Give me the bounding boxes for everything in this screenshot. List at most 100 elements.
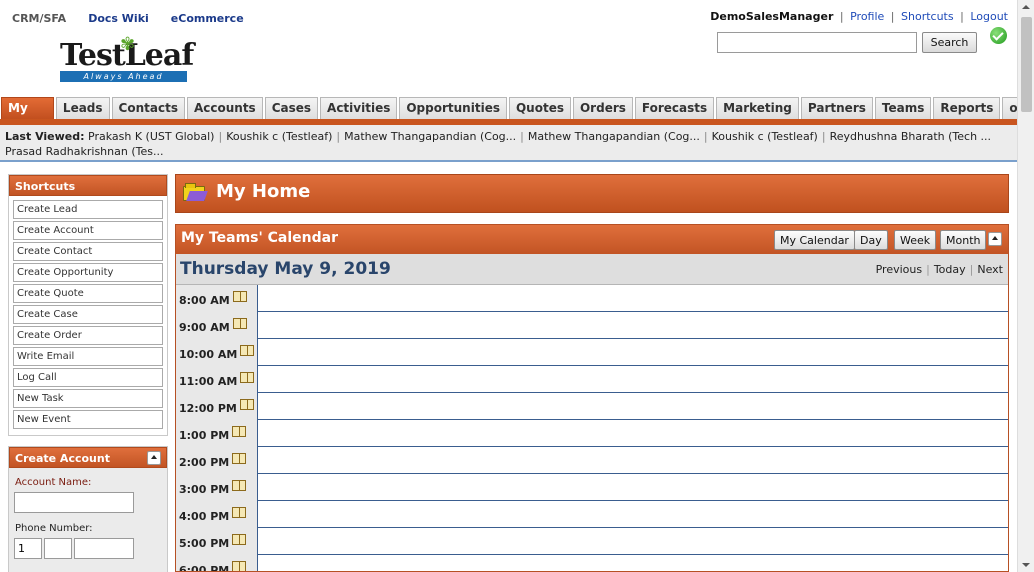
scroll-down-icon[interactable] xyxy=(1022,563,1030,567)
phone-country-code-field[interactable] xyxy=(14,538,42,559)
book-icon[interactable] xyxy=(240,372,255,383)
tab-quotes[interactable]: Quotes xyxy=(508,97,571,119)
hour-label: 10:00 AM xyxy=(179,348,238,361)
ecommerce-link[interactable]: eCommerce xyxy=(171,12,244,25)
last-viewed-item[interactable]: Prasad Radhakrishnan (Tes... xyxy=(5,145,163,158)
shortcut-new-event[interactable]: New Event xyxy=(13,410,163,429)
tab-contacts[interactable]: Contacts xyxy=(111,97,185,119)
account-name-label: Account Name: xyxy=(15,477,92,488)
tab-accounts[interactable]: Accounts xyxy=(186,97,263,119)
last-viewed-item[interactable]: Prakash K (UST Global) xyxy=(88,130,214,143)
hour-label: 12:00 PM xyxy=(179,402,237,415)
calendar-date: Thursday May 9, 2019 xyxy=(180,259,391,279)
teams-calendar-panel: My Teams' Calendar My Calendar Day Week … xyxy=(175,224,1009,572)
today-link[interactable]: Today xyxy=(934,263,966,276)
tab-marketing[interactable]: Marketing xyxy=(716,97,799,119)
shortcut-write-email[interactable]: Write Email xyxy=(13,347,163,366)
logout-link[interactable]: Logout xyxy=(970,10,1008,23)
page-header: My Home xyxy=(175,174,1009,213)
tab-activities[interactable]: Activities xyxy=(320,97,398,119)
my-calendar-button[interactable]: My Calendar xyxy=(774,230,855,250)
shortcut-create-lead[interactable]: Create Lead xyxy=(13,200,163,219)
day-view-button[interactable]: Day xyxy=(854,230,888,250)
book-icon[interactable] xyxy=(232,561,247,571)
hour-row[interactable]: 9:00 AM xyxy=(176,312,1008,339)
hour-row[interactable]: 2:00 PM xyxy=(176,447,1008,474)
tab-teams[interactable]: Teams xyxy=(874,97,932,119)
tab-my-home[interactable]: My Home xyxy=(1,97,54,136)
tab-cases[interactable]: Cases xyxy=(264,97,319,119)
tab-forecasts[interactable]: Forecasts xyxy=(634,97,715,119)
hour-row[interactable]: 10:00 AM xyxy=(176,339,1008,366)
previous-link[interactable]: Previous xyxy=(876,263,923,276)
hour-row[interactable]: 5:00 PM xyxy=(176,528,1008,555)
tab-orders[interactable]: Orders xyxy=(572,97,633,119)
shortcut-create-order[interactable]: Create Order xyxy=(13,326,163,345)
scroll-thumb[interactable] xyxy=(1021,17,1032,112)
top-nav: CRM/SFA Docs Wiki eCommerce xyxy=(12,12,244,25)
shortcut-create-account[interactable]: Create Account xyxy=(13,221,163,240)
hour-row[interactable]: 11:00 AM xyxy=(176,366,1008,393)
last-viewed-bar: Last Viewed: Prakash K (UST Global) | Kous… xyxy=(0,125,1017,162)
scroll-up-icon[interactable] xyxy=(1022,5,1030,9)
profile-link[interactable]: Profile xyxy=(850,10,884,23)
create-account-panel: Create Account Account Name: Phone Numbe… xyxy=(8,446,168,572)
tab-partners[interactable]: Partners xyxy=(800,97,873,119)
hour-row[interactable]: 4:00 PM xyxy=(176,501,1008,528)
logo-tagline: Always Ahead xyxy=(60,71,187,82)
week-view-button[interactable]: Week xyxy=(894,230,937,250)
search-input[interactable] xyxy=(717,32,917,53)
next-link[interactable]: Next xyxy=(977,263,1003,276)
phone-area-code-field[interactable] xyxy=(44,538,72,559)
shortcut-create-contact[interactable]: Create Contact xyxy=(13,242,163,261)
last-viewed-item[interactable]: Mathew Thangapandian (Cog... xyxy=(344,130,516,143)
last-viewed-item[interactable]: Reydhushna Bharath (Tech ... xyxy=(830,130,991,143)
book-icon[interactable] xyxy=(232,480,247,491)
tab-opportunities[interactable]: Opportunities xyxy=(399,97,507,119)
tab-reports[interactable]: Reports xyxy=(933,97,1001,119)
collapse-icon[interactable] xyxy=(988,232,1002,246)
hour-label: 11:00 AM xyxy=(179,375,238,388)
page-scrollbar[interactable] xyxy=(1017,0,1034,572)
hour-row[interactable]: 12:00 PM xyxy=(176,393,1008,420)
hour-label: 6:00 PM xyxy=(179,564,230,572)
search-button[interactable]: Search xyxy=(922,32,977,53)
page-title: My Home xyxy=(216,181,311,202)
shortcuts-panel: Shortcuts Create Lead Create Account Cre… xyxy=(8,174,168,436)
calendar-title: My Teams' Calendar xyxy=(181,230,339,246)
book-icon[interactable] xyxy=(232,426,247,437)
user-bar: DemoSalesManager | Profile | Shortcuts |… xyxy=(710,10,1008,23)
hour-label: 2:00 PM xyxy=(179,456,230,469)
docs-wiki-link[interactable]: Docs Wiki xyxy=(88,12,149,25)
book-icon[interactable] xyxy=(239,399,254,410)
main-tabs: My Home Leads Contacts Accounts Cases Ac… xyxy=(0,97,1034,136)
shortcut-create-opportunity[interactable]: Create Opportunity xyxy=(13,263,163,282)
tab-leads[interactable]: Leads xyxy=(55,97,110,119)
hour-row[interactable]: 1:00 PM xyxy=(176,420,1008,447)
testleaf-logo: TestLeaf ✾ Always Ahead xyxy=(58,34,194,84)
last-viewed-item[interactable]: Mathew Thangapandian (Cog... xyxy=(528,130,700,143)
shortcuts-link[interactable]: Shortcuts xyxy=(901,10,954,23)
book-icon[interactable] xyxy=(240,345,255,356)
phone-number-field[interactable] xyxy=(74,538,134,559)
book-icon[interactable] xyxy=(232,291,247,302)
last-viewed-item[interactable]: Koushik c (Testleaf) xyxy=(226,130,332,143)
account-name-field[interactable] xyxy=(14,492,134,513)
shortcut-new-task[interactable]: New Task xyxy=(13,389,163,408)
shortcut-create-quote[interactable]: Create Quote xyxy=(13,284,163,303)
book-icon[interactable] xyxy=(232,507,247,518)
leaf-icon: ✾ xyxy=(120,34,136,55)
last-viewed-item[interactable]: Koushik c (Testleaf) xyxy=(712,130,818,143)
shortcut-create-case[interactable]: Create Case xyxy=(13,305,163,324)
hour-row[interactable]: 8:00 AM xyxy=(176,285,1008,312)
hour-label: 4:00 PM xyxy=(179,510,230,523)
month-view-button[interactable]: Month xyxy=(940,230,987,250)
hour-label: 5:00 PM xyxy=(179,537,230,550)
book-icon[interactable] xyxy=(232,453,247,464)
book-icon[interactable] xyxy=(232,318,247,329)
hour-row[interactable]: 6:00 PM xyxy=(176,555,1008,572)
book-icon[interactable] xyxy=(232,534,247,545)
hour-row[interactable]: 3:00 PM xyxy=(176,474,1008,501)
collapse-icon[interactable] xyxy=(147,451,161,465)
shortcut-log-call[interactable]: Log Call xyxy=(13,368,163,387)
